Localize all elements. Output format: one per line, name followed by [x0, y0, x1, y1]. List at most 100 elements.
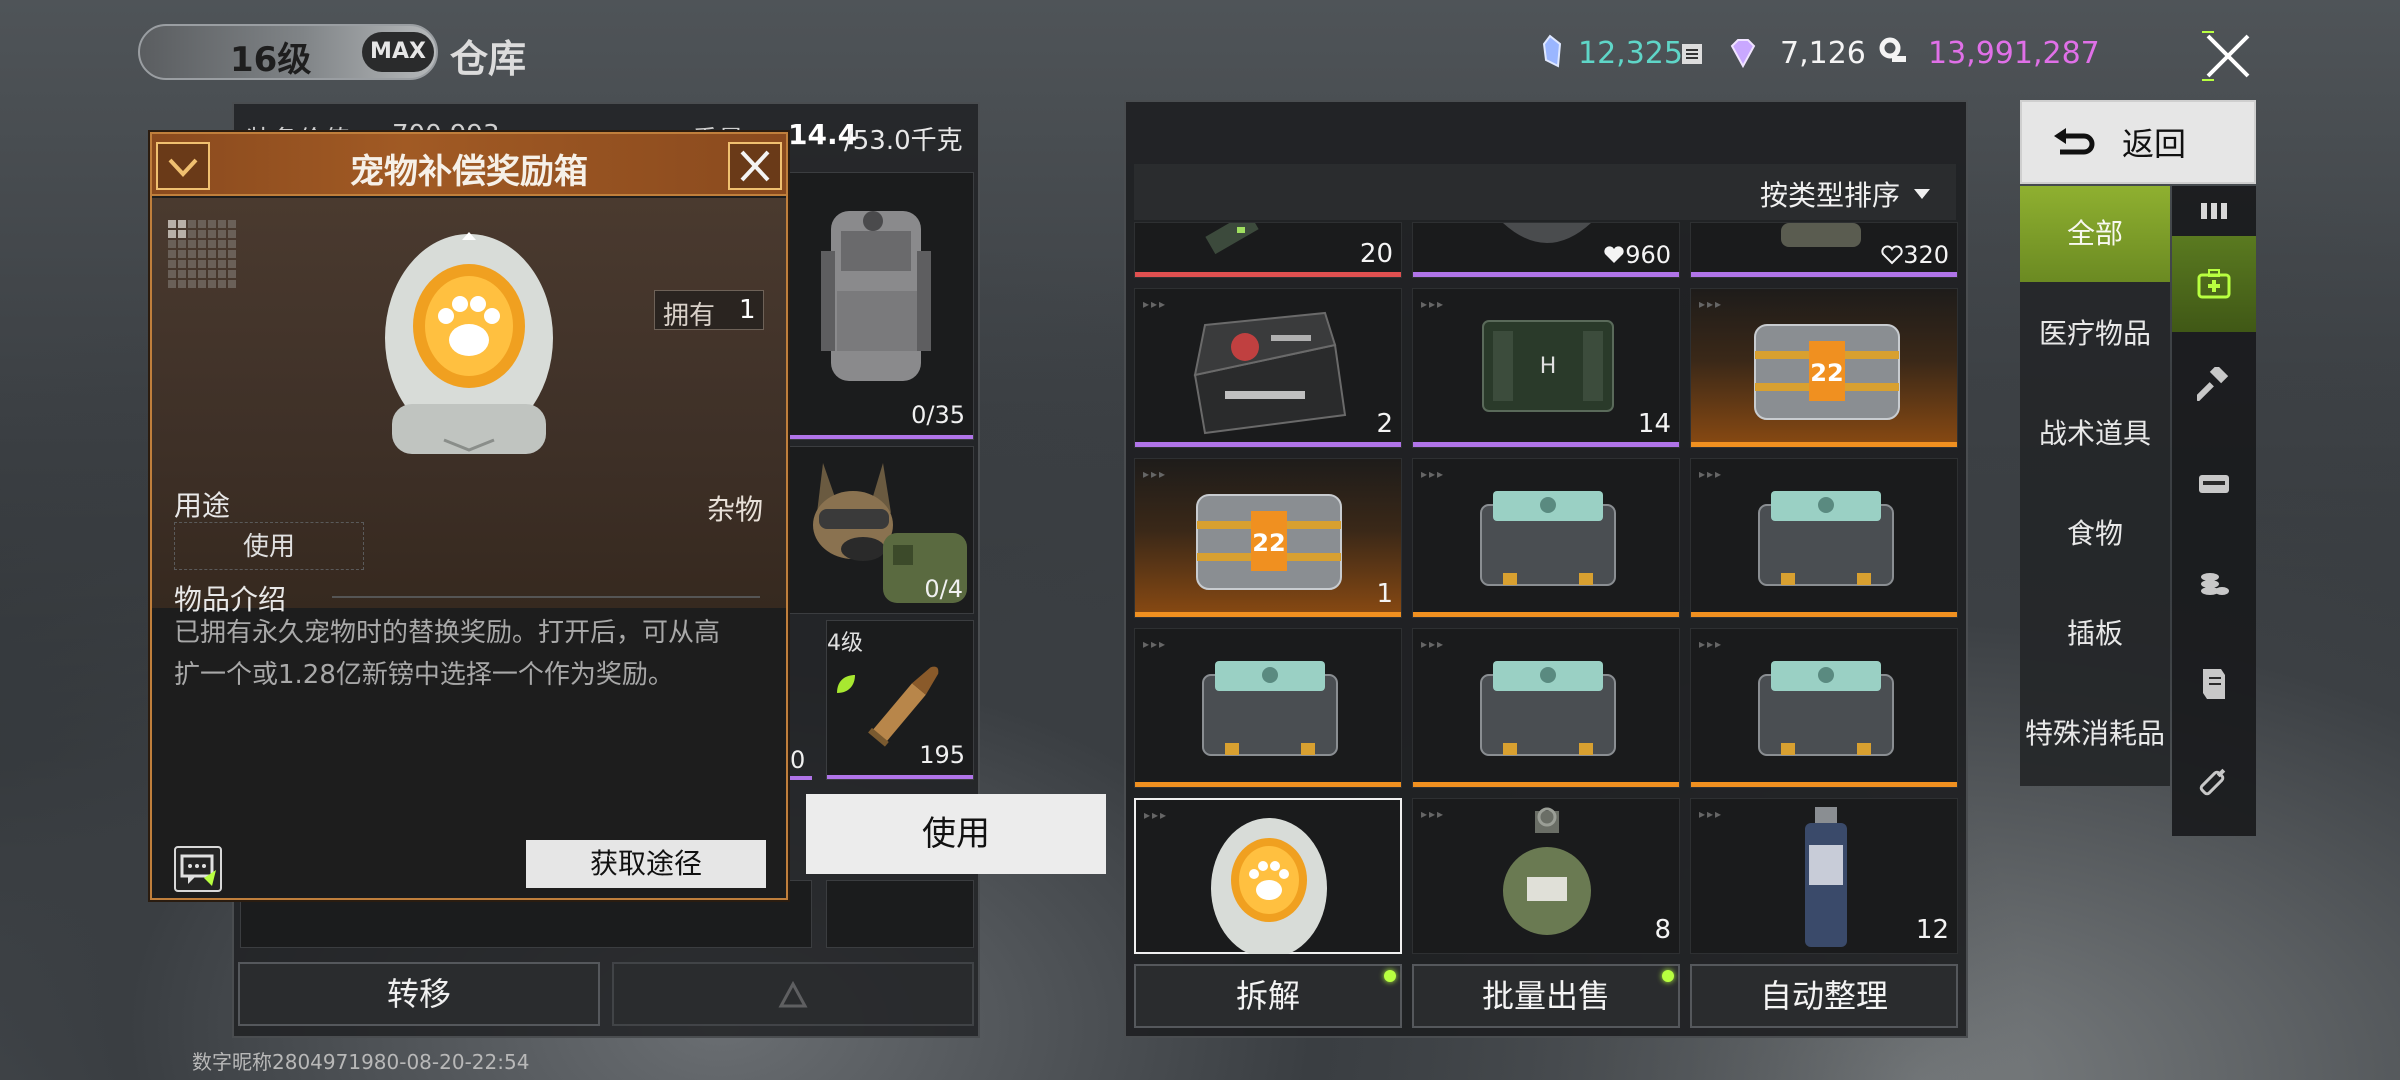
empty-slot[interactable]: [826, 880, 974, 948]
owned-label: 拥有: [663, 301, 716, 331]
ammo-slot[interactable]: 4级 195: [826, 620, 974, 780]
durability-value: 960: [1625, 241, 1671, 269]
owned-count-badge: 拥有 1: [654, 290, 764, 331]
pet-slot[interactable]: 0/4: [780, 446, 974, 614]
bulk-sell-label: 批量出售: [1481, 977, 1610, 1015]
notification-dot: [1384, 970, 1396, 982]
coin-stack-icon: [2201, 573, 2229, 595]
popup-header: 宠物补偿奖励箱: [152, 134, 786, 196]
obtain-source-button[interactable]: 获取途径: [526, 840, 766, 888]
heart-icon: [1604, 246, 1624, 263]
item-count: 2: [1376, 409, 1393, 439]
back-button[interactable]: 返回: [2020, 100, 2256, 184]
case-number: 22: [1252, 529, 1285, 557]
ammo-crate-icon: H: [1482, 320, 1614, 412]
rarity-bar: [1413, 442, 1679, 447]
item-count: 8: [1654, 915, 1671, 945]
category-special[interactable]: 特殊消耗品: [2020, 686, 2170, 782]
item-detail-popup: 宠物补偿奖励箱 拥有 1 杂物 用途 使用 物品介绍 已拥有永久宠物时的替换奖励…: [150, 132, 788, 900]
top-bar: 16级 MAX 仓库 12,325 7,126 13,991,287: [0, 0, 2400, 100]
durability-value: 320: [1903, 241, 1949, 269]
player-id-watermark: 数字昵称2804971980-08-20-22:54: [192, 1050, 530, 1074]
category-plates[interactable]: 插板: [2020, 586, 2170, 682]
inventory-cell[interactable]: ▸▸▸ 22: [1690, 288, 1958, 448]
pet-capacity: 0/4: [924, 575, 963, 603]
auto-sort-button[interactable]: 自动整理: [1690, 964, 1958, 1028]
collapse-button[interactable]: [156, 142, 210, 190]
auto-sort-label: 自动整理: [1759, 977, 1888, 1015]
rarity-bar: [1135, 612, 1401, 617]
item-count: 1: [1376, 579, 1393, 609]
inventory-cell[interactable]: ▸▸▸: [1134, 628, 1402, 788]
durability-badge: 320: [1881, 241, 1949, 269]
ledger-icon[interactable]: [1680, 42, 1704, 66]
level-pill: 16级 MAX: [138, 24, 438, 80]
inventory-cell[interactable]: ▸▸▸: [1412, 458, 1680, 618]
inventory-cell[interactable]: 20: [1134, 222, 1402, 278]
sort-label: 按类型排序: [1760, 179, 1901, 212]
pet-crate-icon: [1480, 491, 1616, 586]
description-line: 扩一个或1.28亿新镑中选择一个作为奖励。: [174, 660, 674, 690]
inventory-cell[interactable]: 320: [1690, 222, 1958, 278]
subcategory-food[interactable]: [2172, 436, 2256, 532]
inventory-cell[interactable]: ▸▸▸ 22 1: [1134, 458, 1402, 618]
page-title: 仓库: [450, 37, 527, 81]
bulk-sell-button[interactable]: 批量出售: [1412, 964, 1680, 1028]
max-badge: MAX: [362, 32, 434, 72]
subcategory-currency[interactable]: [2172, 536, 2256, 632]
pet-crate-icon: [1480, 661, 1616, 756]
heart-outline-icon: [1881, 245, 1903, 265]
description-line: 已拥有永久宠物时的替换奖励。打开后，可从高: [174, 618, 721, 648]
inventory-cell[interactable]: ▸▸▸ 8: [1412, 798, 1680, 954]
weight-max: /53.0千克: [844, 126, 963, 156]
syringe-icon: [2199, 768, 2226, 796]
backpack-slot[interactable]: 0/35: [780, 172, 974, 440]
inventory-cell[interactable]: ▸▸▸: [1690, 628, 1958, 788]
dismantle-button[interactable]: 拆解: [1134, 964, 1402, 1028]
inventory-cell[interactable]: ▸▸▸: [1412, 628, 1680, 788]
category-all[interactable]: 全部: [2020, 186, 2170, 282]
inventory-cell[interactable]: ▸▸▸: [1690, 458, 1958, 618]
return-arrow-icon: [2054, 128, 2095, 155]
rarity-bar: [1135, 782, 1401, 787]
inventory-cell[interactable]: ▸▸▸ 12: [1690, 798, 1958, 954]
category-food[interactable]: 食物: [2020, 486, 2170, 582]
rarity-bar: [781, 435, 973, 439]
scroll-icon: [2203, 669, 2225, 699]
subcategory-documents[interactable]: [2172, 636, 2256, 732]
case-number: 22: [1810, 359, 1843, 387]
back-label: 返回: [2122, 125, 2187, 163]
currency-diamond-value: 7,126: [1780, 36, 1866, 71]
use-button[interactable]: 使用: [806, 794, 1106, 874]
usage-chip: 使用: [174, 522, 364, 570]
pet-crate-icon: [1758, 661, 1894, 756]
bullets-icon: [2201, 203, 2227, 219]
inventory-cell[interactable]: 960: [1412, 222, 1680, 278]
category-medical[interactable]: 医疗物品: [2020, 286, 2170, 382]
rarity-bar: [1691, 612, 1957, 617]
item-count: 12: [1915, 915, 1949, 945]
subcategory-injector[interactable]: [2172, 736, 2256, 832]
close-icon[interactable]: [2200, 28, 2256, 84]
supply-case-icon: 22: [1196, 494, 1342, 590]
inventory-cell[interactable]: ▸▸▸ H 14: [1412, 288, 1680, 448]
inventory-cell[interactable]: ▸▸▸ 2: [1134, 288, 1402, 448]
sort-dropdown[interactable]: 按类型排序: [1760, 176, 1932, 212]
popup-close-button[interactable]: [728, 142, 782, 190]
caret-down-icon: [1914, 189, 1931, 199]
inventory-cell-selected[interactable]: ▸▸▸: [1134, 798, 1402, 954]
ration-icon: [2199, 475, 2229, 493]
subcategory-tools[interactable]: [2172, 336, 2256, 432]
subcategory-ammo[interactable]: [2172, 186, 2256, 236]
slot-count: 0: [790, 746, 806, 774]
notification-dot: [1662, 970, 1674, 982]
coin-icon: [1879, 37, 1906, 62]
flashlight-icon: [1205, 223, 1259, 255]
subcategory-medical[interactable]: [2172, 236, 2256, 332]
currency-coin-value: 13,991,287: [1928, 36, 2100, 71]
rarity-bar: [1135, 272, 1401, 277]
item-count: 14: [1637, 409, 1671, 439]
transfer-button[interactable]: 转移: [238, 962, 600, 1026]
category-tactical[interactable]: 战术道具: [2020, 386, 2170, 482]
share-button[interactable]: [174, 846, 222, 892]
